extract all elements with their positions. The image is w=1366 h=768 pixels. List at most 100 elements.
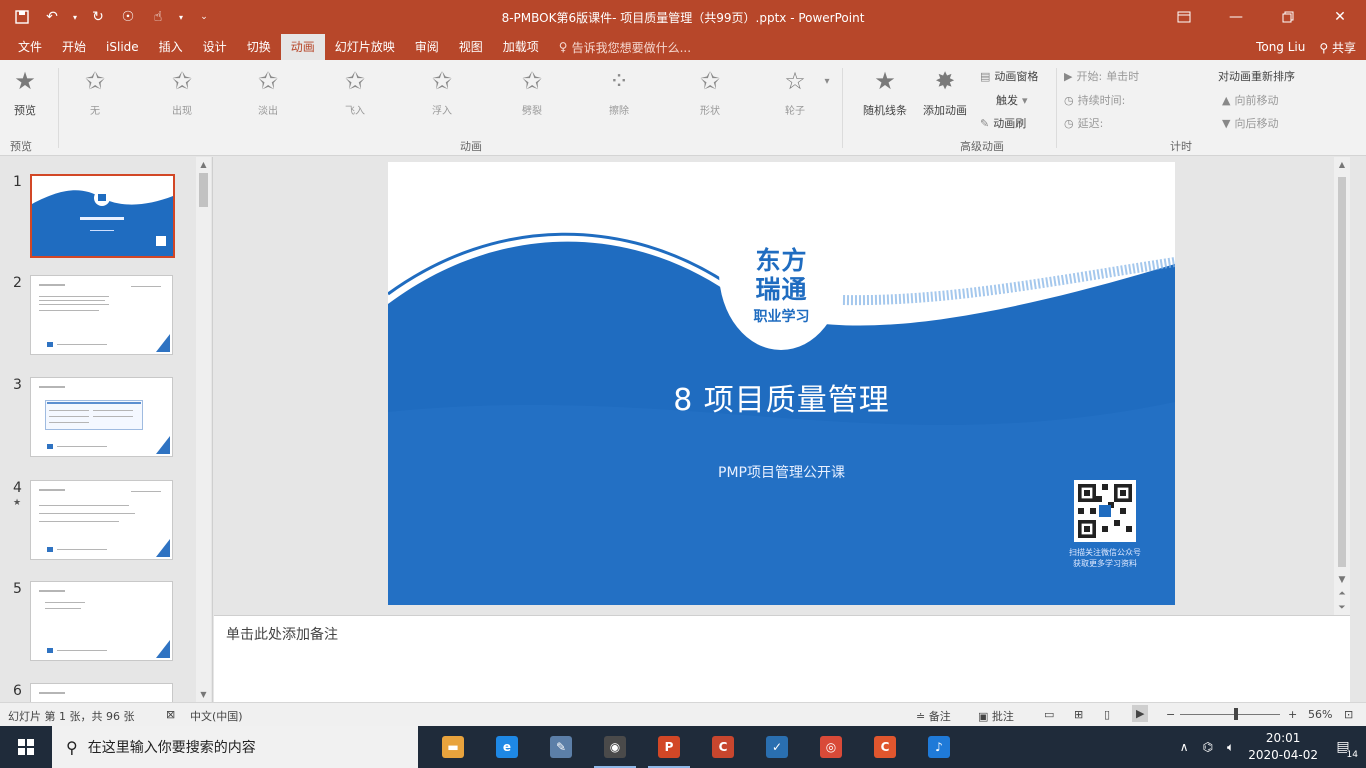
- fit-to-window-icon[interactable]: ⊡: [1344, 708, 1353, 721]
- taskbar-app-button[interactable]: P: [642, 726, 696, 768]
- slide-vertical-scrollbar[interactable]: ▲ ▼ ⏶ ⏷: [1334, 157, 1350, 615]
- taskbar-search[interactable]: ⚲ 在这里输入你要搜索的内容: [52, 726, 418, 768]
- scroll-up-icon[interactable]: ▲: [1334, 157, 1350, 173]
- delay-field[interactable]: ◷ 延迟:: [1064, 115, 1103, 131]
- close-icon[interactable]: ✕: [1314, 0, 1366, 34]
- network-icon[interactable]: ⌬: [1203, 740, 1213, 754]
- scrollbar-thumb[interactable]: [199, 173, 208, 207]
- previous-slide-icon[interactable]: ⏶: [1334, 589, 1350, 599]
- tab-insert[interactable]: 插入: [149, 34, 193, 60]
- taskbar-app-button[interactable]: ✎: [534, 726, 588, 768]
- reading-view-icon[interactable]: ▯: [1104, 708, 1110, 721]
- slide-sorter-icon[interactable]: ⊞: [1074, 708, 1083, 721]
- scrollbar-thumb[interactable]: [1338, 177, 1346, 567]
- group-label-preview: 预览: [10, 140, 32, 153]
- animation-float-in[interactable]: ✩ 浮入: [407, 66, 477, 122]
- animation-appear[interactable]: ✩ 出现: [147, 66, 217, 122]
- customize-icon[interactable]: ⌄: [192, 6, 216, 28]
- trigger-button[interactable]: 触发 ▾: [996, 92, 1028, 108]
- zoom-in-icon[interactable]: +: [1288, 708, 1297, 721]
- tab-transitions[interactable]: 切换: [237, 34, 281, 60]
- animation-none[interactable]: ✩ 无: [60, 66, 130, 122]
- current-slide[interactable]: 东方 瑞通 职业学习 8 项目质量管理 PMP项目管理公开课 扫描关注微信公众号…: [388, 162, 1175, 605]
- taskbar-app-button[interactable]: ♪: [912, 726, 966, 768]
- slideshow-view-icon[interactable]: ▶: [1132, 705, 1149, 722]
- dropdown-icon[interactable]: ▾: [176, 6, 186, 28]
- zoom-slider-thumb[interactable]: [1234, 708, 1238, 720]
- redo-icon[interactable]: ↻: [86, 6, 110, 28]
- more-animations-button[interactable]: ▾: [815, 66, 839, 122]
- ribbon-group-labels: 预览 动画 高级动画 计时: [0, 136, 1366, 154]
- normal-view-icon[interactable]: ▭: [1044, 708, 1054, 721]
- next-slide-icon[interactable]: ⏷: [1334, 603, 1350, 613]
- thumbnail-image[interactable]: [30, 377, 173, 457]
- tab-review[interactable]: 审阅: [405, 34, 449, 60]
- tab-view[interactable]: 视图: [449, 34, 493, 60]
- animation-fly-in[interactable]: ✩ 飞入: [320, 66, 390, 122]
- scroll-up-icon[interactable]: ▲: [196, 157, 211, 172]
- slide-subtitle[interactable]: PMP项目管理公开课: [388, 462, 1175, 482]
- tab-slideshow[interactable]: 幻灯片放映: [325, 34, 405, 60]
- preview-button[interactable]: ★ 预览: [0, 66, 60, 122]
- thumbnail-image[interactable]: [30, 683, 173, 702]
- zoom-slider-track[interactable]: [1180, 714, 1280, 715]
- start-button[interactable]: [0, 726, 52, 768]
- taskbar-app-button[interactable]: C: [858, 726, 912, 768]
- thumbnail-image[interactable]: [30, 581, 173, 661]
- restore-icon[interactable]: [1262, 0, 1314, 34]
- touch-mode-icon[interactable]: ☉: [116, 6, 140, 28]
- comments-button[interactable]: ▣ 批注: [978, 708, 1014, 724]
- taskbar-app-button[interactable]: e: [480, 726, 534, 768]
- notification-center-icon[interactable]: ▤ 14: [1332, 736, 1358, 760]
- taskbar-app-button[interactable]: ◉: [588, 726, 642, 768]
- move-earlier-button[interactable]: ▲ 向前移动: [1222, 92, 1278, 108]
- volume-icon[interactable]: 🔈︎: [1227, 740, 1234, 755]
- animation-pane-button[interactable]: ▤ 动画窗格: [980, 68, 1038, 84]
- tab-addins[interactable]: 加载项: [493, 34, 549, 60]
- notes-pane[interactable]: 单击此处添加备注: [214, 615, 1350, 702]
- tab-file[interactable]: 文件: [8, 34, 52, 60]
- scroll-down-icon[interactable]: ▼: [1334, 575, 1350, 585]
- minimize-icon[interactable]: —: [1210, 0, 1262, 34]
- share-button[interactable]: ⚲ 共享: [1319, 39, 1356, 56]
- show-hidden-icons-icon[interactable]: ∧: [1180, 740, 1189, 754]
- animation-painter-button[interactable]: ✎ 动画刷: [980, 115, 1026, 131]
- user-name[interactable]: Tong Liu: [1256, 40, 1305, 54]
- notes-toggle-button[interactable]: ≐ 备注: [916, 708, 951, 724]
- thumbnail-image[interactable]: [30, 480, 173, 560]
- undo-icon[interactable]: ↶: [40, 6, 64, 28]
- tab-animations[interactable]: 动画: [280, 34, 325, 60]
- slide-title[interactable]: 8 项目质量管理: [388, 375, 1175, 419]
- animation-fade[interactable]: ✩ 淡出: [233, 66, 303, 122]
- spellcheck-icon[interactable]: ⊠: [166, 708, 175, 721]
- scroll-down-icon[interactable]: ▼: [196, 687, 211, 702]
- animation-split[interactable]: ✩ 劈裂: [497, 66, 567, 122]
- move-later-button[interactable]: ▼ 向后移动: [1222, 115, 1278, 131]
- dropdown-icon[interactable]: ▾: [70, 6, 80, 28]
- hand-icon[interactable]: ☝: [146, 6, 170, 28]
- thumbnail-image[interactable]: [30, 275, 173, 355]
- taskbar-app-button[interactable]: ◎: [804, 726, 858, 768]
- clock[interactable]: 20:01 2020-04-02: [1248, 730, 1318, 764]
- thumbnail-image[interactable]: [30, 174, 175, 258]
- tab-design[interactable]: 设计: [193, 34, 237, 60]
- tab-home[interactable]: 开始: [52, 34, 96, 60]
- app-check-icon: ✓: [766, 736, 788, 758]
- animation-wipe[interactable]: ⁘ 擦除: [584, 66, 654, 122]
- notes-placeholder[interactable]: 单击此处添加备注: [226, 624, 338, 644]
- zoom-out-icon[interactable]: −: [1166, 708, 1175, 721]
- ribbon-display-icon[interactable]: [1158, 0, 1210, 34]
- zoom-level[interactable]: 56%: [1308, 708, 1332, 721]
- taskbar-app-button[interactable]: C: [696, 726, 750, 768]
- taskbar-app-button[interactable]: ▬: [426, 726, 480, 768]
- start-selector[interactable]: ▶ 开始: 单击时: [1064, 68, 1139, 84]
- thumbnail-scrollbar[interactable]: ▲ ▼: [196, 157, 211, 702]
- tell-me-box[interactable]: ♀ 告诉我您想要做什么...: [549, 34, 691, 60]
- language-indicator[interactable]: 中文(中国): [190, 708, 243, 724]
- save-icon[interactable]: [10, 6, 34, 28]
- tab-islide[interactable]: iSlide: [96, 34, 149, 60]
- animation-shape[interactable]: ✩ 形状: [675, 66, 745, 122]
- duration-field[interactable]: ◷ 持续时间:: [1064, 92, 1125, 108]
- add-animation-button[interactable]: ✸ 添加动画: [910, 66, 980, 122]
- taskbar-app-button[interactable]: ✓: [750, 726, 804, 768]
